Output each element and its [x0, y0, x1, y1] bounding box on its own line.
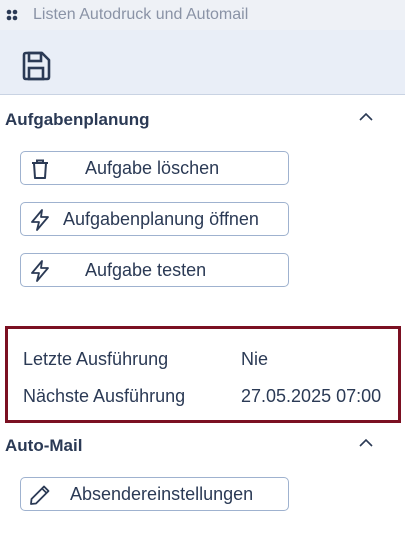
next-run-value: 27.05.2025 07:00 [241, 386, 382, 406]
window-title: Listen Autodruck und Automail [33, 6, 249, 23]
last-run-label: Letzte Ausführung [23, 349, 169, 369]
floppy-disk-icon[interactable] [20, 50, 52, 82]
lightning-icon [31, 260, 49, 282]
next-run-label: Nächste Ausführung [23, 386, 186, 406]
lightning-icon [31, 209, 49, 231]
last-run-value: Nie [241, 349, 269, 369]
open-task-planning-button[interactable]: Aufgabenplanung öffnen [20, 202, 289, 236]
toolbar [0, 30, 405, 95]
delete-task-label: Aufgabe löschen [85, 158, 220, 178]
section-title-task-planning: Aufgabenplanung [5, 110, 150, 129]
app-icon [6, 9, 18, 21]
open-task-planning-label: Aufgabenplanung öffnen [63, 209, 259, 229]
test-task-label: Aufgabe testen [85, 260, 207, 280]
title-bar: Listen Autodruck und Automail [0, 0, 405, 30]
execution-info-box: Letzte Ausführung Nie Nächste Ausführung… [5, 326, 401, 423]
sender-settings-button[interactable]: Absendereinstellungen [20, 477, 289, 511]
pencil-icon [30, 485, 50, 505]
section-title-auto-mail: Auto-Mail [5, 436, 83, 455]
chevron-up-icon[interactable] [358, 112, 374, 122]
trash-icon [32, 159, 48, 179]
sender-settings-label: Absendereinstellungen [70, 484, 254, 504]
test-task-button[interactable]: Aufgabe testen [20, 253, 289, 287]
delete-task-button[interactable]: Aufgabe löschen [20, 151, 289, 185]
chevron-up-icon[interactable] [358, 438, 374, 448]
